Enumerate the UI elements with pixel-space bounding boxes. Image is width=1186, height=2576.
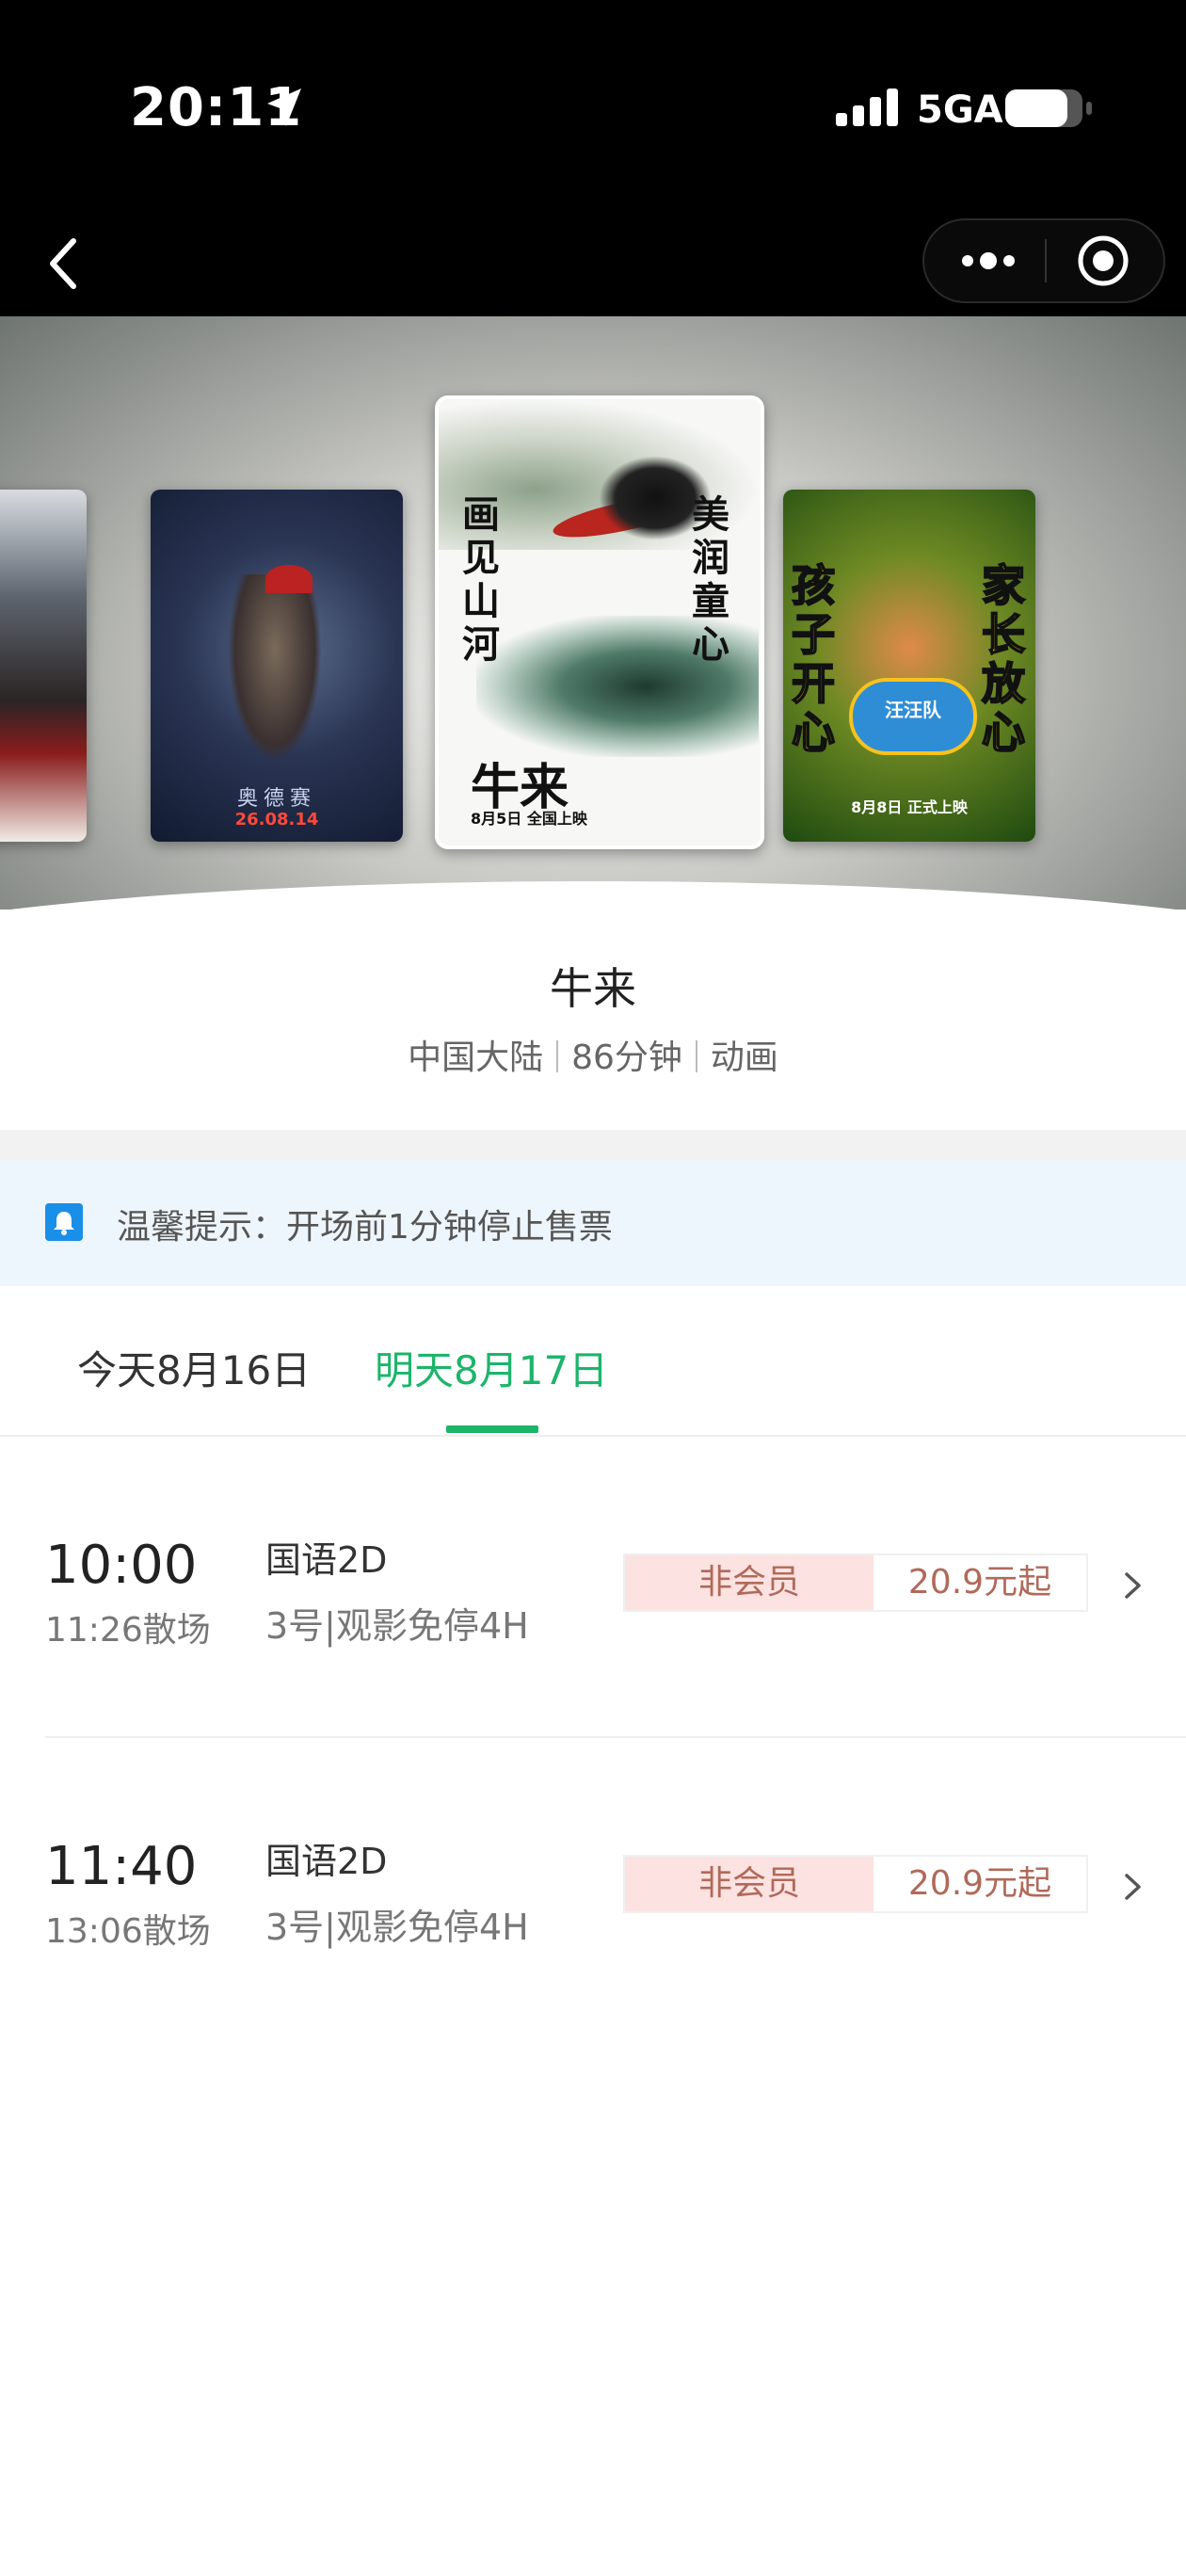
poster-right-text: 家长放心	[981, 560, 1026, 758]
poster-odyssey[interactable]: 奥德赛 26.08.14	[151, 490, 403, 842]
meta-divider	[556, 1040, 559, 1072]
chevron-right-icon[interactable]	[1122, 1868, 1145, 1906]
active-tab-indicator	[446, 1425, 538, 1433]
showtime-row[interactable]: 11:40 13:06散场 国语2D 3号|观影免停4H 非会员 20.9元起	[45, 1736, 1186, 2037]
more-dots-icon[interactable]	[924, 220, 1045, 301]
tab-tomorrow[interactable]: 明天8月17日	[375, 1339, 608, 1396]
price-value: 20.9元起	[907, 1563, 1052, 1602]
price-box[interactable]: 非会员 20.9元起	[623, 1855, 1088, 1913]
showtime-end: 11:26散场	[45, 1611, 211, 1650]
notice-text: 温馨提示：开场前1分钟停止售票	[117, 1208, 613, 1247]
movie-duration: 86分钟	[571, 1038, 682, 1077]
movie-meta: 中国大陆 86分钟 动画	[0, 1030, 1186, 1079]
battery-icon	[1005, 89, 1092, 127]
close-target-icon[interactable]	[1047, 220, 1163, 301]
status-bar: 20:11 5GA	[0, 0, 1186, 218]
showtime-start: 10:00	[45, 1535, 198, 1596]
price-value: 20.9元起	[907, 1864, 1052, 1903]
showtime-language: 国语2D	[265, 1539, 388, 1581]
tab-today[interactable]: 今天8月16日	[77, 1339, 311, 1396]
hero-curve	[0, 881, 1186, 910]
showtime-hall: 3号|观影免停4H	[265, 1907, 529, 1948]
poster-title: 奥德赛	[236, 787, 316, 811]
date-tabs: 今天8月16日 明天8月17日	[0, 1286, 1186, 1437]
movie-region: 中国大陆	[408, 1038, 544, 1077]
member-tag: 非会员	[625, 1555, 873, 1610]
signal-bars-icon	[836, 89, 898, 126]
poster-left-text: 孩子开心	[791, 560, 836, 758]
poster-paw-patrol[interactable]: 孩子开心 家长放心 汪汪队 8月8日 正式上映	[783, 490, 1035, 842]
nav-bar	[0, 218, 1186, 316]
movie-info: 牛来 中国大陆 86分钟 动画	[0, 932, 1186, 1130]
poster-helmet-crest	[265, 565, 313, 593]
movie-title: 牛来	[550, 963, 636, 1014]
poster-logo-text: 汪汪队	[885, 699, 941, 721]
poster-selected[interactable]: 画见山河 美润童心 牛来 8月5日 全国上映	[435, 395, 764, 849]
back-arrow-icon[interactable]	[38, 226, 94, 301]
bell-icon	[45, 1203, 83, 1241]
showtime-hall: 3号|观影免停4H	[265, 1605, 529, 1647]
meta-divider	[695, 1040, 697, 1072]
showtime-language: 国语2D	[265, 1841, 388, 1882]
showtime-start: 11:40	[45, 1836, 198, 1897]
poster-left-text: 画见山河	[462, 492, 500, 667]
movie-genre: 动画	[710, 1038, 778, 1077]
poster-left-partial[interactable]	[0, 490, 87, 842]
poster-figure	[228, 574, 322, 763]
poster-date: 8月5日 全国上映	[471, 810, 587, 828]
poster-date: 8月8日 正式上映	[851, 798, 968, 816]
showtime-row-content: 11:40 13:06散场 国语2D 3号|观影免停4H 非会员 20.9元起	[0, 1738, 1186, 2037]
poster-logo: 汪汪队	[849, 678, 977, 755]
mini-program-capsule	[922, 218, 1165, 303]
poster-carousel[interactable]: 奥德赛 26.08.14 画见山河 美润童心 牛来 8月5日 全国上映 孩子开心…	[0, 316, 1186, 910]
member-tag: 非会员	[625, 1857, 873, 1911]
location-arrow-icon	[267, 89, 301, 126]
notice-bar: 温馨提示：开场前1分钟停止售票	[0, 1160, 1186, 1286]
section-gap	[0, 1130, 1186, 1160]
network-type: 5GA	[917, 89, 1003, 132]
showtime-row[interactable]: 10:00 11:26散场 国语2D 3号|观影免停4H 非会员 20.9元起	[0, 1437, 1186, 1736]
poster-right-text: 美润童心	[692, 492, 729, 667]
price-box[interactable]: 非会员 20.9元起	[623, 1554, 1088, 1612]
showtime-end: 13:06散场	[45, 1912, 211, 1951]
poster-date: 26.08.14	[234, 810, 319, 829]
chevron-right-icon[interactable]	[1122, 1567, 1145, 1604]
